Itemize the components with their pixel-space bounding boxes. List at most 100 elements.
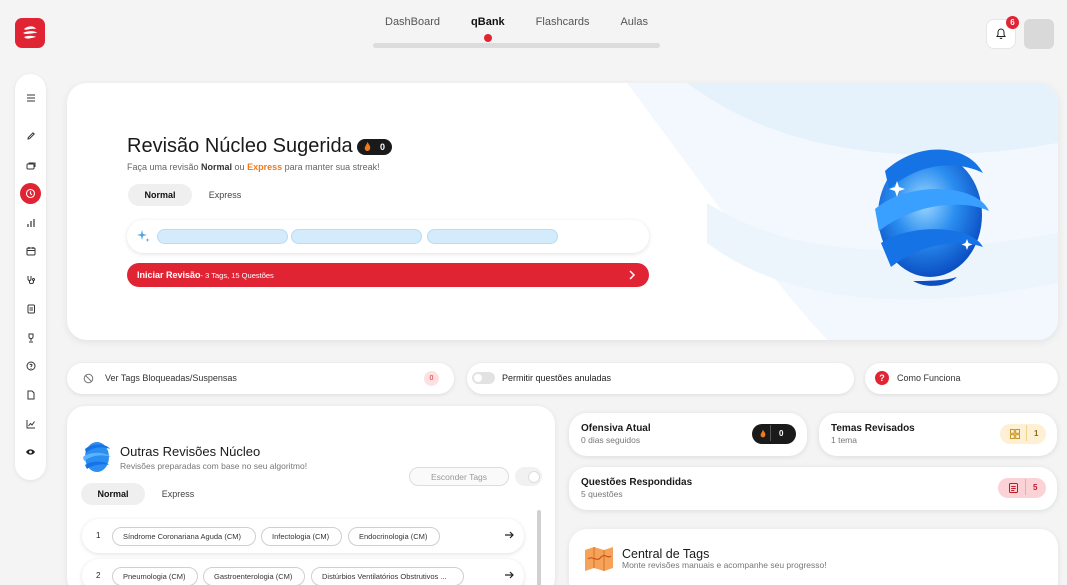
topics-title: Temas Revisados: [831, 423, 915, 434]
flame-icon: [364, 142, 371, 151]
document-icon: [1009, 483, 1018, 493]
spiral-logo-icon: [23, 26, 37, 39]
document-icon[interactable]: [20, 298, 41, 319]
suggested-tags-bar: [127, 220, 649, 253]
mode-express-tab[interactable]: Express: [195, 184, 255, 206]
tag-placeholder: [291, 229, 422, 244]
pencil-icon[interactable]: [20, 125, 41, 146]
sidebar: [15, 74, 46, 480]
tag-chip: Gastroenterologia (CM): [203, 567, 305, 585]
flame-icon: [760, 429, 766, 438]
trophy-icon[interactable]: [20, 327, 41, 348]
streak-count: 0: [779, 429, 784, 438]
streak-badge: 0: [357, 139, 392, 155]
current-streak-card: Ofensiva Atual 0 dias seguidos 0: [569, 413, 807, 456]
questions-answered-card: Questões Respondidas 5 questões 5: [569, 467, 1057, 510]
other-reviews-subtitle: Revisões preparadas com base no seu algo…: [120, 461, 308, 471]
start-review-button[interactable]: Iniciar Revisão - 3 Tags, 15 Questões: [127, 263, 649, 287]
arrow-right-icon: [505, 531, 514, 539]
hero-subtitle: Faça uma revisão Normal ou Express para …: [127, 162, 380, 172]
notifications-badge: 6: [1006, 16, 1019, 29]
tag-center-panel[interactable]: Central de Tags Monte revisões manuais e…: [569, 529, 1058, 585]
other-reviews-panel: Outras Revisões Núcleo Revisões preparad…: [67, 406, 555, 585]
row-number: 2: [96, 571, 101, 580]
tag-chip: Endocrinologia (CM): [348, 527, 440, 546]
topics-count: 1: [1034, 429, 1039, 438]
avatar[interactable]: [1024, 19, 1054, 49]
subtitle-mid: ou: [232, 162, 248, 172]
grid-icon: [1010, 429, 1020, 439]
subtitle-express: Express: [247, 162, 283, 172]
nav-track: [373, 43, 660, 48]
tag-placeholder: [157, 229, 288, 244]
sparkle-icon: [137, 230, 150, 242]
hide-tags-toggle[interactable]: [515, 467, 542, 486]
spiral-globe-icon: [83, 442, 111, 472]
questions-subtitle: 5 questões: [581, 489, 623, 499]
how-it-works-label: Como Funciona: [897, 373, 961, 383]
start-label: Iniciar Revisão: [137, 270, 201, 280]
history-icon[interactable]: [20, 183, 41, 204]
topics-count-badge: 1: [1000, 424, 1046, 444]
top-navigation: DashBoard qBank Flashcards Aulas: [373, 16, 660, 52]
annulled-toggle[interactable]: [472, 372, 495, 384]
tag-center-subtitle: Monte revisões manuais e acompanhe seu p…: [622, 560, 827, 570]
app-logo[interactable]: [15, 18, 45, 48]
chevron-right-icon: [629, 270, 636, 280]
tag-chip: Pneumologia (CM): [112, 567, 198, 585]
topics-reviewed-card: Temas Revisados 1 tema 1: [819, 413, 1057, 456]
row-number: 1: [96, 531, 101, 540]
eye-icon[interactable]: [20, 441, 41, 462]
streak-subtitle: 0 dias seguidos: [581, 435, 641, 445]
other-mode-express-tab[interactable]: Express: [147, 483, 209, 505]
blocked-tags-card[interactable]: Ver Tags Bloqueadas/Suspensas 0: [67, 363, 454, 394]
help-icon: ?: [875, 371, 889, 385]
hide-tags-button[interactable]: Esconder Tags: [409, 467, 509, 486]
blocked-icon: [83, 373, 94, 384]
tab-flashcards[interactable]: Flashcards: [536, 16, 590, 28]
suggested-review-card: Revisão Núcleo Sugerida 0 Faça uma revis…: [67, 83, 1058, 340]
questions-title: Questões Respondidas: [581, 477, 693, 488]
review-row[interactable]: 1 Síndrome Coronariana Aguda (CM) Infect…: [82, 519, 524, 553]
stethoscope-icon[interactable]: [20, 269, 41, 290]
streak-value: 0: [379, 142, 385, 152]
scrollbar[interactable]: [537, 510, 541, 585]
tab-dashboard[interactable]: DashBoard: [385, 16, 440, 28]
how-it-works-card[interactable]: ? Como Funciona: [865, 363, 1058, 394]
annulled-questions-card: Permitir questões anuladas: [467, 363, 854, 394]
nav-active-indicator: [484, 34, 492, 42]
blocked-tags-label: Ver Tags Bloqueadas/Suspensas: [105, 373, 237, 383]
tag-placeholder: [427, 229, 558, 244]
stack-icon[interactable]: [20, 154, 41, 175]
topics-subtitle: 1 tema: [831, 435, 857, 445]
subtitle-normal: Normal: [201, 162, 233, 172]
mode-normal-tab[interactable]: Normal: [128, 184, 192, 206]
tag-chip: Distúrbios Ventilatórios Obstrutivos ...: [311, 567, 464, 585]
other-mode-normal-tab[interactable]: Normal: [81, 483, 145, 505]
questions-count-badge: 5: [998, 478, 1046, 498]
other-reviews-title: Outras Revisões Núcleo: [120, 444, 261, 459]
spiral-globe-illustration: [875, 149, 989, 286]
arrow-right-icon: [505, 571, 514, 579]
line-chart-icon[interactable]: [20, 413, 41, 434]
blocked-tags-count: 0: [424, 371, 439, 386]
page-title: Revisão Núcleo Sugerida: [127, 135, 353, 157]
streak-title: Ofensiva Atual: [581, 423, 651, 434]
review-row[interactable]: 2 Pneumologia (CM) Gastroenterologia (CM…: [82, 559, 524, 585]
annulled-label: Permitir questões anuladas: [502, 373, 612, 383]
tab-aulas[interactable]: Aulas: [620, 16, 648, 28]
subtitle-suffix: para manter sua streak!: [282, 162, 380, 172]
file-icon[interactable]: [20, 384, 41, 405]
map-icon: [585, 547, 613, 571]
subtitle-prefix: Faça uma revisão: [127, 162, 202, 172]
calendar-icon[interactable]: [20, 240, 41, 261]
tag-chip: Síndrome Coronariana Aguda (CM): [112, 527, 256, 546]
start-detail: - 3 Tags, 15 Questões: [200, 270, 274, 280]
tab-qbank[interactable]: qBank: [471, 16, 505, 28]
bar-chart-icon[interactable]: [20, 212, 41, 233]
menu-icon[interactable]: [20, 87, 41, 108]
tag-chip: Infectologia (CM): [261, 527, 342, 546]
help-icon[interactable]: [20, 355, 41, 376]
tag-center-title: Central de Tags: [622, 547, 710, 561]
bell-icon: [996, 28, 1006, 39]
